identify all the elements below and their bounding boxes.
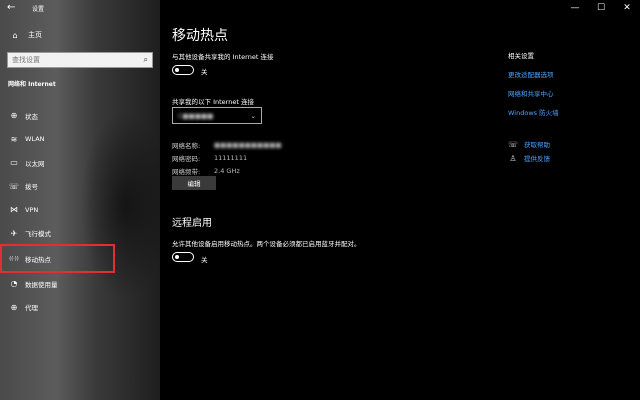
airplane-icon: ✈ [10,228,18,238]
data-usage-icon: ◔ [10,279,18,289]
minimize-button[interactable]: — [562,0,588,16]
share-toggle-state: 关 [201,68,208,76]
globe-icon: ⊕ [10,111,18,121]
sidebar-item-label: 飞行模式 [25,230,51,239]
home-icon: ⌂ [12,30,18,40]
connection-select-value: C■■■■■ [178,111,214,120]
proxy-icon: ⊕ [10,302,18,312]
share-connection-label: 与其他设备共享我的 Internet 连接 [172,53,274,61]
titlebar-left: ← 设置 [0,0,160,16]
sidebar-item-label: 数据使用量 [25,280,58,289]
sidebar-item-label: WLAN [25,135,45,144]
sidebar-item-data-usage[interactable]: ◔ 数据使用量 [0,272,160,296]
related-settings-title: 相关设置 [508,52,534,60]
sidebar-item-mobile-hotspot[interactable]: ((·)) 移动热点 [0,244,115,273]
section-label: 网络和 Internet [8,81,56,88]
network-sharing-center-link[interactable]: 网络和共享中心 [508,88,559,107]
help-section: ☏ 获取帮助 ♙ 提供反馈 [508,137,550,165]
search-input[interactable] [12,56,132,64]
sidebar-item-label: 以太网 [25,159,45,168]
remote-enable-title: 远程启用 [172,218,212,229]
sidebar-item-ethernet[interactable]: ▭ 以太网 [0,151,160,175]
share-from-label: 共享我的以下 Internet 连接 [172,98,254,106]
network-band-value: 2.4 GHz [214,166,240,175]
chat-help-icon: ☏ [508,139,519,149]
connection-select[interactable]: C■■■■■ ⌄ [172,107,262,124]
chevron-down-icon: ⌄ [250,111,256,120]
network-name-key: 网络名称: [172,141,201,150]
remote-enable-description: 允许其他设备启用移动热点。两个设备必须都已启用蓝牙并配对。 [172,240,361,248]
feedback-icon: ♙ [509,153,517,163]
sidebar-item-label: 拨号 [25,183,38,192]
hotspot-info: 网络名称: ■■■■■■■■■■■ 网络密码: 11111111 网络频带: 2… [172,138,282,177]
change-adapter-options-link[interactable]: 更改适配器选项 [508,69,559,88]
network-band-key: 网络频带: [172,167,201,176]
search-icon[interactable]: ⌕ [144,55,148,65]
network-password-value: 11111111 [214,153,248,162]
sidebar: ← 设置 ⌂ 主页 ⌕ 网络和 Internet ⊕ 状态 ≋ WLAN ▭ 以… [0,0,160,400]
hotspot-icon: ((·)) [9,255,19,262]
get-help-link[interactable]: ☏ 获取帮助 [508,137,550,151]
sidebar-item-wlan[interactable]: ≋ WLAN [0,128,160,152]
sidebar-item-label: 状态 [25,112,38,121]
window-controls: — ☐ ✕ [562,0,640,16]
vpn-icon: ⋈ [10,205,18,215]
sidebar-nav: ⊕ 状态 ≋ WLAN ▭ 以太网 ☏ 拨号 ⋈ VPN ✈ 飞行模式 ((·)… [0,104,160,319]
home-nav-item[interactable]: ⌂ 主页 [10,30,42,40]
network-name-value: ■■■■■■■■■■■ [214,140,282,149]
sidebar-item-airplane-mode[interactable]: ✈ 飞行模式 [0,222,160,246]
sidebar-item-label: VPN [25,205,39,214]
home-label: 主页 [28,31,42,39]
windows-firewall-link[interactable]: Windows 防火墙 [508,107,559,126]
ethernet-icon: ▭ [10,158,18,168]
info-row-password: 网络密码: 11111111 [172,151,282,164]
sidebar-item-vpn[interactable]: ⋈ VPN [0,198,160,222]
main-content: 移动热点 与其他设备共享我的 Internet 连接 关 共享我的以下 Inte… [172,0,492,400]
info-row-name: 网络名称: ■■■■■■■■■■■ [172,138,282,151]
network-password-key: 网络密码: [172,154,201,163]
search-box[interactable]: ⌕ [7,52,153,68]
sidebar-item-dialup[interactable]: ☏ 拨号 [0,175,160,199]
dialup-icon: ☏ [9,181,20,191]
wifi-icon: ≋ [10,134,18,144]
remote-toggle-state: 关 [201,256,208,264]
app-title: 设置 [32,6,45,13]
sidebar-item-status[interactable]: ⊕ 状态 [0,104,160,128]
back-arrow-icon[interactable]: ← [7,2,15,13]
get-help-label: 获取帮助 [524,141,550,149]
close-button[interactable]: ✕ [614,0,640,16]
maximize-button[interactable]: ☐ [588,0,614,16]
give-feedback-label: 提供反馈 [524,155,550,163]
give-feedback-link[interactable]: ♙ 提供反馈 [508,151,550,165]
sidebar-item-proxy[interactable]: ⊕ 代理 [0,296,160,320]
sidebar-item-label: 代理 [25,304,38,313]
edit-button[interactable]: 编辑 [172,176,216,190]
sidebar-item-label: 移动热点 [25,255,51,264]
related-settings: 相关设置 更改适配器选项 网络和共享中心 Windows 防火墙 [508,50,559,126]
page-title: 移动热点 [172,28,228,44]
share-connection-toggle[interactable] [172,65,194,75]
remote-enable-toggle[interactable] [172,252,194,262]
